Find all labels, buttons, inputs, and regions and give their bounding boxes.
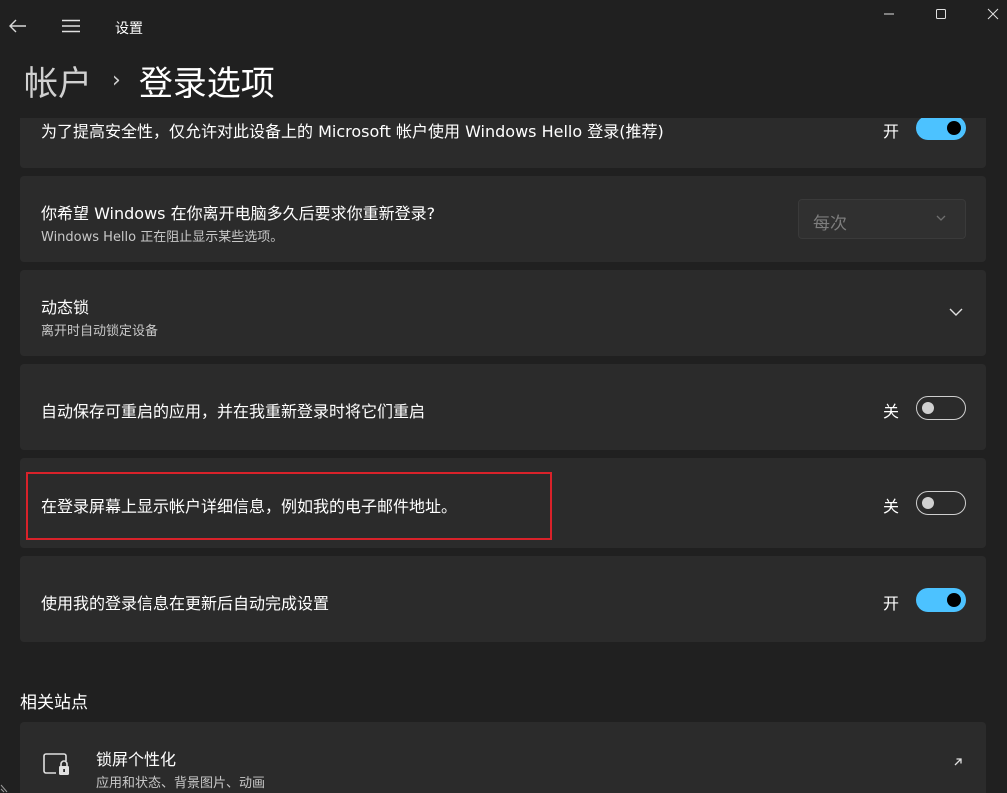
maximize-icon xyxy=(936,9,946,19)
restart-apps-toggle[interactable] xyxy=(916,396,966,420)
related-lock-screen-link[interactable]: 锁屏个性化 应用和状态、背景图片、动画 xyxy=(20,722,986,793)
setting-relogin-timeout: 你希望 Windows 在你离开电脑多久后要求你重新登录? Windows He… xyxy=(20,176,986,262)
toggle-state-label: 开 xyxy=(882,594,899,613)
breadcrumb-parent-accounts[interactable]: 帐户 xyxy=(24,56,92,105)
close-button[interactable] xyxy=(970,0,1007,28)
setting-subtitle: 应用和状态、背景图片、动画 xyxy=(96,776,266,791)
settings-content[interactable]: 为了提高安全性，仅允许对此设备上的 Microsoft 帐户使用 Windows… xyxy=(0,118,1007,793)
breadcrumb: 帐户 › 登录选项 xyxy=(24,52,275,108)
related-section-title: 相关站点 xyxy=(20,693,88,713)
setting-title: 锁屏个性化 xyxy=(96,750,177,769)
external-link-arrow-icon xyxy=(954,758,962,766)
setting-title: 动态锁 xyxy=(41,298,90,317)
back-button[interactable] xyxy=(4,12,32,40)
setting-title: 你希望 Windows 在你离开电脑多久后要求你重新登录? xyxy=(41,204,436,223)
setting-title: 使用我的登录信息在更新后自动完成设置 xyxy=(41,594,330,613)
chevron-down-icon[interactable] xyxy=(948,307,964,317)
setting-subtitle: Windows Hello 正在阻止显示某些选项。 xyxy=(41,230,284,245)
toggle-state-label: 开 xyxy=(882,122,899,141)
setting-title: 自动保存可重启的应用，并在我重新登录时将它们重启 xyxy=(41,402,426,421)
page-title: 登录选项 xyxy=(138,63,275,104)
minimize-icon xyxy=(884,13,894,15)
toggle-state-label: 关 xyxy=(882,497,899,516)
relogin-timeout-dropdown[interactable]: 每次 xyxy=(798,199,966,239)
toggle-state-label: 关 xyxy=(882,402,899,421)
settings-window: 设置 帐户 › 登录选项 为了提高安全性，仅允许对此设备上的 Microsoft… xyxy=(0,0,1007,793)
setting-dynamic-lock[interactable]: 动态锁 离开时自动锁定设备 xyxy=(20,270,986,356)
chevron-down-icon xyxy=(936,215,946,221)
title-bar: 设置 xyxy=(0,0,1007,50)
navigation-menu-button[interactable] xyxy=(56,12,86,40)
setting-title: 为了提高安全性，仅允许对此设备上的 Microsoft 帐户使用 Windows… xyxy=(41,122,664,141)
close-icon xyxy=(987,8,999,20)
breadcrumb-separator: › xyxy=(112,67,121,93)
minimize-button[interactable] xyxy=(866,0,912,28)
show-account-details-toggle[interactable] xyxy=(916,491,966,515)
windows-hello-only-toggle[interactable] xyxy=(916,118,966,140)
setting-restart-apps: 自动保存可重启的应用，并在我重新登录时将它们重启 关 xyxy=(20,364,986,450)
resize-grip-icon xyxy=(0,784,8,793)
app-title: 设置 xyxy=(115,21,143,37)
setting-windows-hello-only: 为了提高安全性，仅允许对此设备上的 Microsoft 帐户使用 Windows… xyxy=(20,118,986,168)
hamburger-menu-icon xyxy=(62,19,80,33)
dropdown-selected-value: 每次 xyxy=(813,214,847,234)
use-signin-info-toggle[interactable] xyxy=(916,588,966,612)
highlight-annotation-box xyxy=(26,472,552,540)
maximize-button[interactable] xyxy=(918,0,964,28)
setting-use-signin-info: 使用我的登录信息在更新后自动完成设置 开 xyxy=(20,556,986,642)
setting-subtitle: 离开时自动锁定设备 xyxy=(41,324,159,339)
lock-screen-icon xyxy=(43,753,69,775)
back-arrow-icon xyxy=(9,19,26,33)
